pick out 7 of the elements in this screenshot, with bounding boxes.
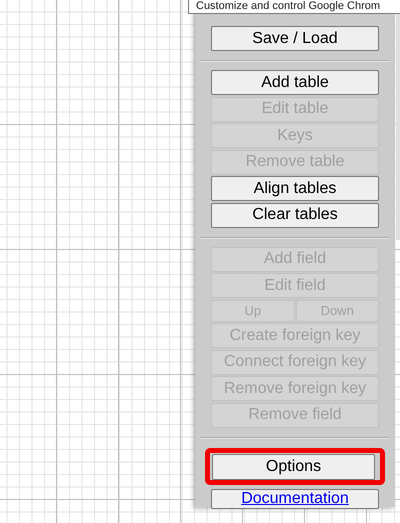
menu-button[interactable]: Clear tables bbox=[211, 202, 379, 228]
menu-button[interactable]: Options bbox=[212, 454, 375, 480]
menu-button[interactable]: Align tables bbox=[211, 176, 379, 201]
documentation-link[interactable]: Documentation bbox=[211, 489, 379, 509]
tooltip: Customize and control Google Chrom bbox=[188, 0, 400, 14]
menu-button[interactable]: Add table bbox=[211, 70, 379, 95]
menu-button[interactable]: Save / Load bbox=[211, 26, 379, 51]
